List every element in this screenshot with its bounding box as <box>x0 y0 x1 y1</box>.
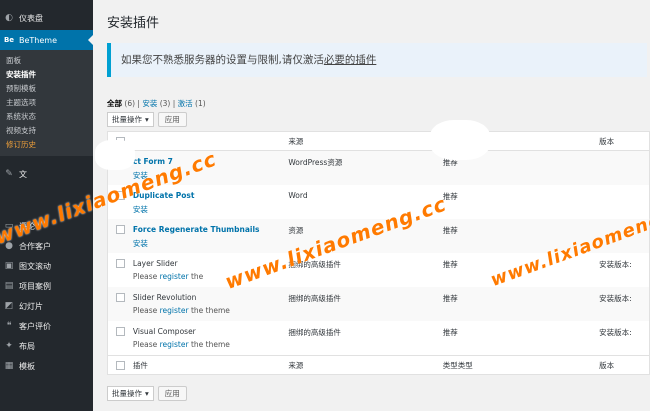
chevron-down-icon: ▾ <box>145 115 149 124</box>
bulk-actions-top: 批量操作 ▾ 应用 <box>107 112 187 127</box>
menu-betheme[interactable]: Be BeTheme <box>0 30 93 50</box>
submenu-prebuilt[interactable]: 预制模板 <box>0 82 93 96</box>
watermark-smudge <box>430 120 490 160</box>
header-version[interactable]: 版本 <box>599 136 649 147</box>
menu-label: 合作客户 <box>19 241 51 251</box>
plugin-name: Visual Composer <box>132 327 196 336</box>
menu-label: 仪表盘 <box>19 13 43 23</box>
submenu-changelog[interactable]: 修订历史 <box>0 138 93 152</box>
menu-label: 布局 <box>19 341 35 351</box>
menu-portfolio[interactable]: ▤ 项目案例 <box>0 276 93 296</box>
filter-all-count: (6) <box>124 99 136 108</box>
submenu-panel[interactable]: 面板 <box>0 54 93 68</box>
filter-all[interactable]: 全部 <box>107 99 122 108</box>
menu-label: 幻灯片 <box>19 301 43 311</box>
menu-testimonials[interactable]: ❝ 客户评价 <box>0 316 93 336</box>
plugin-source: 捆绑的高级插件 <box>288 294 341 303</box>
filter-install[interactable]: 安装 <box>142 99 157 108</box>
menu-layouts[interactable]: ✦ 布局 <box>0 336 93 356</box>
testimonial-icon: ❝ <box>6 321 12 331</box>
install-link[interactable]: 安装 <box>133 204 288 215</box>
menu-label: 项目案例 <box>19 281 51 291</box>
layout-icon: ✦ <box>5 341 13 351</box>
row-checkbox[interactable] <box>115 259 125 268</box>
row-checkbox[interactable] <box>115 225 125 234</box>
plugin-type: 推荐 <box>442 294 458 303</box>
notice-banner: 如果您不熟悉服务器的设置与限制,请仅激活必要的插件 <box>107 43 647 77</box>
plugin-type: 推荐 <box>442 328 458 337</box>
filter-activate-count: (1) <box>195 99 206 108</box>
watermark-smudge <box>95 140 135 170</box>
apply-button[interactable]: 应用 <box>157 112 187 127</box>
filter-activate[interactable]: 激活 <box>178 99 193 108</box>
footer-version[interactable]: 版本 <box>599 360 649 371</box>
betheme-submenu: 面板 安装插件 预制模板 主题选项 系统状态 视频支持 修订历史 <box>0 50 93 156</box>
filter-sep: | <box>172 99 176 108</box>
submenu-install-plugins[interactable]: 安装插件 <box>0 68 93 82</box>
footer-type[interactable]: 类型类型 <box>443 360 599 371</box>
bulk-select-value: 批量操作 <box>112 115 142 124</box>
plugin-name[interactable]: Force Regenerate Thumbnails <box>133 225 288 234</box>
menu-label: 文 <box>19 169 27 179</box>
menu-label: BeTheme <box>19 35 58 45</box>
menu-label: 客户评价 <box>19 321 51 331</box>
submenu-video-support[interactable]: 视频支持 <box>0 124 93 138</box>
select-all-checkbox-footer[interactable] <box>115 360 125 370</box>
main-content: 安装插件 如果您不熟悉服务器的设置与限制,请仅激活必要的插件 全部 (6) | … <box>93 0 650 411</box>
menu-dashboard[interactable]: ◐ 仪表盘 <box>0 8 93 28</box>
footer-source[interactable]: 来源 <box>288 360 442 371</box>
register-link[interactable]: register <box>160 306 189 315</box>
notice-text: 如果您不熟悉服务器的设置与限制,请仅激活 <box>121 54 324 66</box>
plugin-version: 安装版本: <box>599 294 632 303</box>
register-note: Please register the theme <box>132 340 230 349</box>
plugin-version: 安装版本: <box>599 260 632 269</box>
plugin-version: 安装版本: <box>599 328 632 337</box>
apply-button-bottom[interactable]: 应用 <box>157 386 187 401</box>
pin-icon: ✎ <box>5 169 13 179</box>
register-link[interactable]: register <box>160 340 189 349</box>
submenu-theme-options[interactable]: 主题选项 <box>0 96 93 110</box>
images-icon: ▣ <box>4 261 14 271</box>
plugin-name[interactable]: Duplicate Post <box>133 191 288 200</box>
menu-label: 图文滚动 <box>19 261 51 271</box>
status-filters: 全部 (6) | 安装 (3) | 激活 (1) <box>107 98 206 109</box>
table-footer: 插件 来源 类型类型 版本 <box>108 355 649 374</box>
header-source[interactable]: 来源 <box>288 136 442 147</box>
notice-link[interactable]: 必要的插件 <box>324 54 377 66</box>
dashboard-icon: ◐ <box>5 13 13 23</box>
plugin-version <box>599 157 649 185</box>
betheme-icon: Be <box>3 36 15 44</box>
plugin-source: 捆绑的高级插件 <box>288 328 341 337</box>
plugin-name: Slider Revolution <box>132 293 197 302</box>
submenu-system-status[interactable]: 系统状态 <box>0 110 93 124</box>
register-link[interactable]: register <box>160 272 189 281</box>
plugin-type: 推荐 <box>442 192 458 201</box>
plugin-type: 推荐 <box>442 158 458 167</box>
menu-image-scroll[interactable]: ▣ 图文滚动 <box>0 256 93 276</box>
bulk-action-select-bottom[interactable]: 批量操作 ▾ <box>107 386 154 401</box>
bulk-actions-bottom: 批量操作 ▾ 应用 <box>107 386 187 401</box>
register-note: Please register the theme <box>132 306 230 315</box>
filter-sep: | <box>137 99 140 108</box>
bulk-action-select[interactable]: 批量操作 ▾ <box>107 112 154 127</box>
install-link[interactable]: 安装 <box>133 238 288 249</box>
plugin-source: WordPress资源 <box>288 158 343 167</box>
menu-templates[interactable]: ▦ 模板 <box>0 356 93 376</box>
row-checkbox[interactable] <box>115 327 125 336</box>
row-checkbox[interactable] <box>115 293 125 302</box>
template-icon: ▦ <box>4 361 14 371</box>
bulk-select-value: 批量操作 <box>112 389 142 398</box>
table-row: Slider Revolution Please register the th… <box>108 287 649 321</box>
table-row: Visual Composer Please register the them… <box>108 321 649 355</box>
filter-install-count: (3) <box>159 99 171 108</box>
slides-icon: ◩ <box>4 301 14 311</box>
table-header: 来源 版本 <box>108 132 649 151</box>
page-title: 安装插件 <box>107 16 160 31</box>
footer-plugin[interactable]: 插件 <box>133 360 288 371</box>
menu-label: 模板 <box>19 361 35 371</box>
chevron-down-icon: ▾ <box>145 389 149 398</box>
portfolio-icon: ▤ <box>4 281 14 291</box>
menu-posts[interactable]: ✎ 文 <box>0 164 93 184</box>
menu-slides[interactable]: ◩ 幻灯片 <box>0 296 93 316</box>
